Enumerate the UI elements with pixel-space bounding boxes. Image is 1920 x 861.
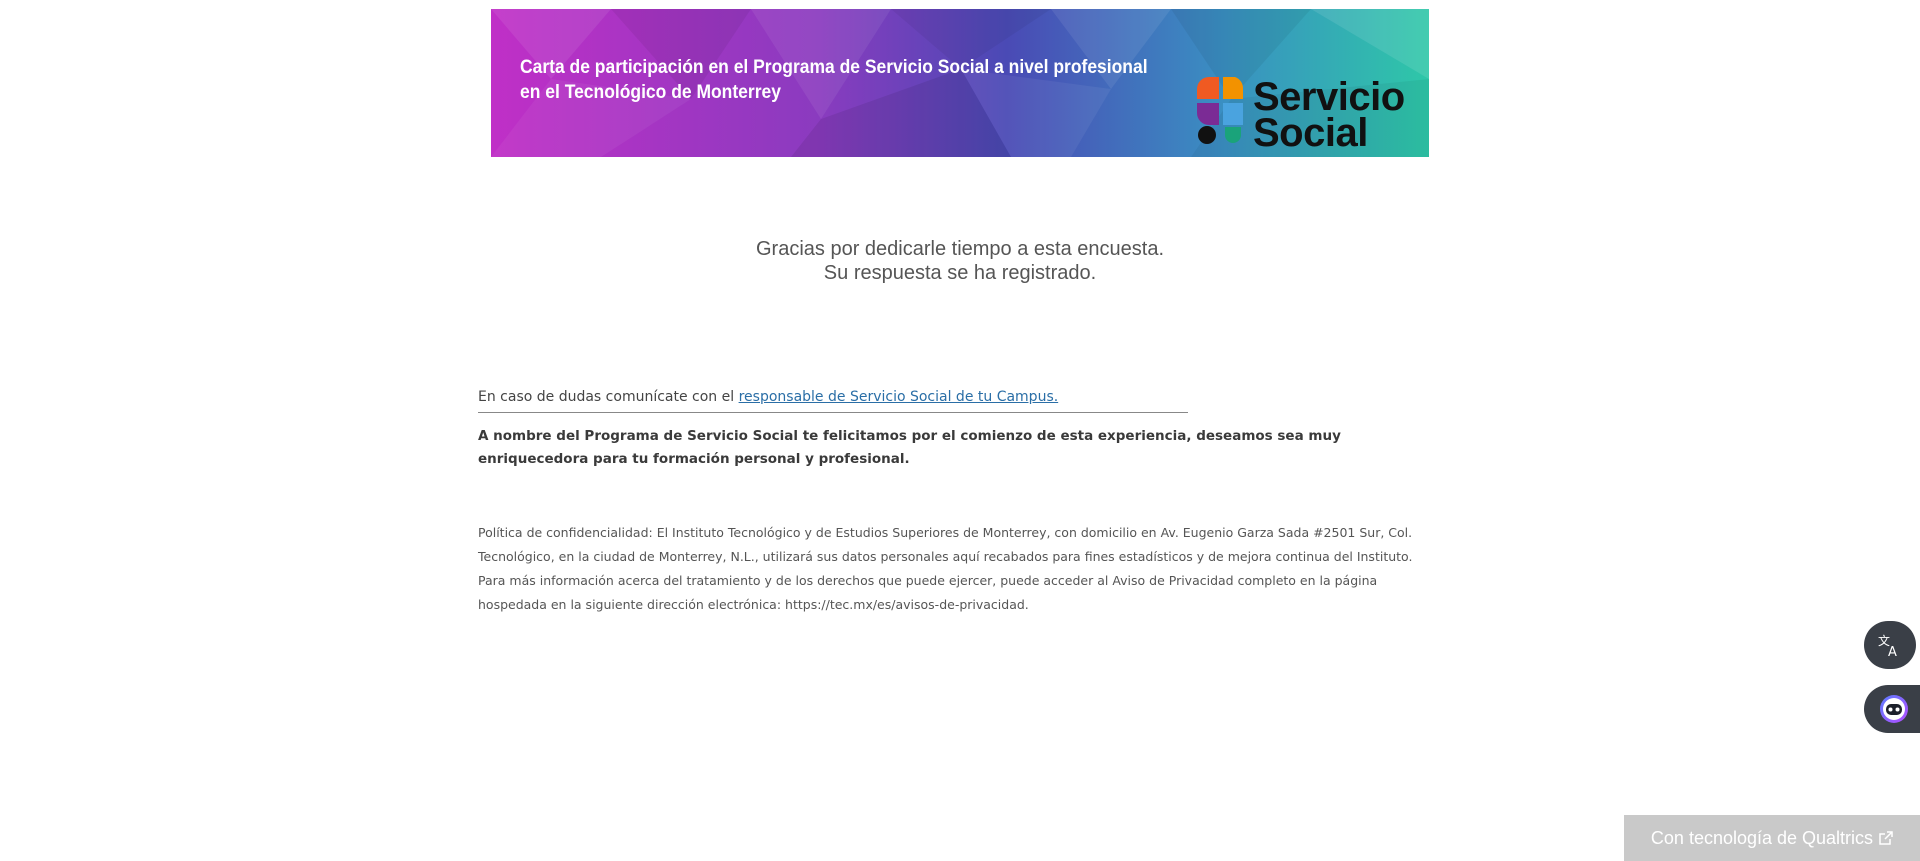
divider xyxy=(478,412,1188,413)
contact-text: En caso de dudas comunícate con el respo… xyxy=(478,387,1443,407)
assistant-button[interactable] xyxy=(1864,685,1920,733)
privacy-policy-text: Política de confidencialidad: El Institu… xyxy=(478,525,1413,612)
logo-line-2: Social xyxy=(1253,111,1368,155)
thank-you-line-1: Gracias por dedicarle tiempo a esta encu… xyxy=(756,238,1164,260)
svg-text:A: A xyxy=(1888,645,1897,658)
contact-prefix: En caso de dudas comunícate con el xyxy=(478,389,739,405)
congratulations-text: A nombre del Programa de Servicio Social… xyxy=(478,428,1341,467)
thank-you-line-2: Su respuesta se ha registrado. xyxy=(823,262,1097,284)
thank-you-message: Gracias por dedicarle tiempo a esta encu… xyxy=(491,237,1429,285)
powered-by-label: Con tecnología de Qualtrics xyxy=(1650,827,1874,848)
translate-button[interactable]: 文 A xyxy=(1864,621,1916,669)
banner-title: Carta de participación en el Programa de… xyxy=(520,57,1148,103)
assistant-icon xyxy=(1880,695,1908,723)
logo-text: Servicio Social xyxy=(1253,75,1405,155)
logo-line-1: Servicio xyxy=(1253,75,1405,119)
external-link-icon xyxy=(1879,831,1893,845)
end-of-survey-content: En caso de dudas comunícate con el respo… xyxy=(478,387,1443,617)
logo-mark-icon xyxy=(1197,77,1244,144)
translate-icon: 文 A xyxy=(1878,633,1897,658)
campus-contact-link[interactable]: responsable de Servicio Social de tu Cam… xyxy=(739,389,1059,405)
powered-by-qualtrics-link[interactable]: Con tecnología de Qualtrics xyxy=(1624,815,1920,861)
servicio-social-logo: Servicio Social xyxy=(1195,75,1425,155)
header-banner: Carta de participación en el Programa de… xyxy=(491,9,1429,157)
